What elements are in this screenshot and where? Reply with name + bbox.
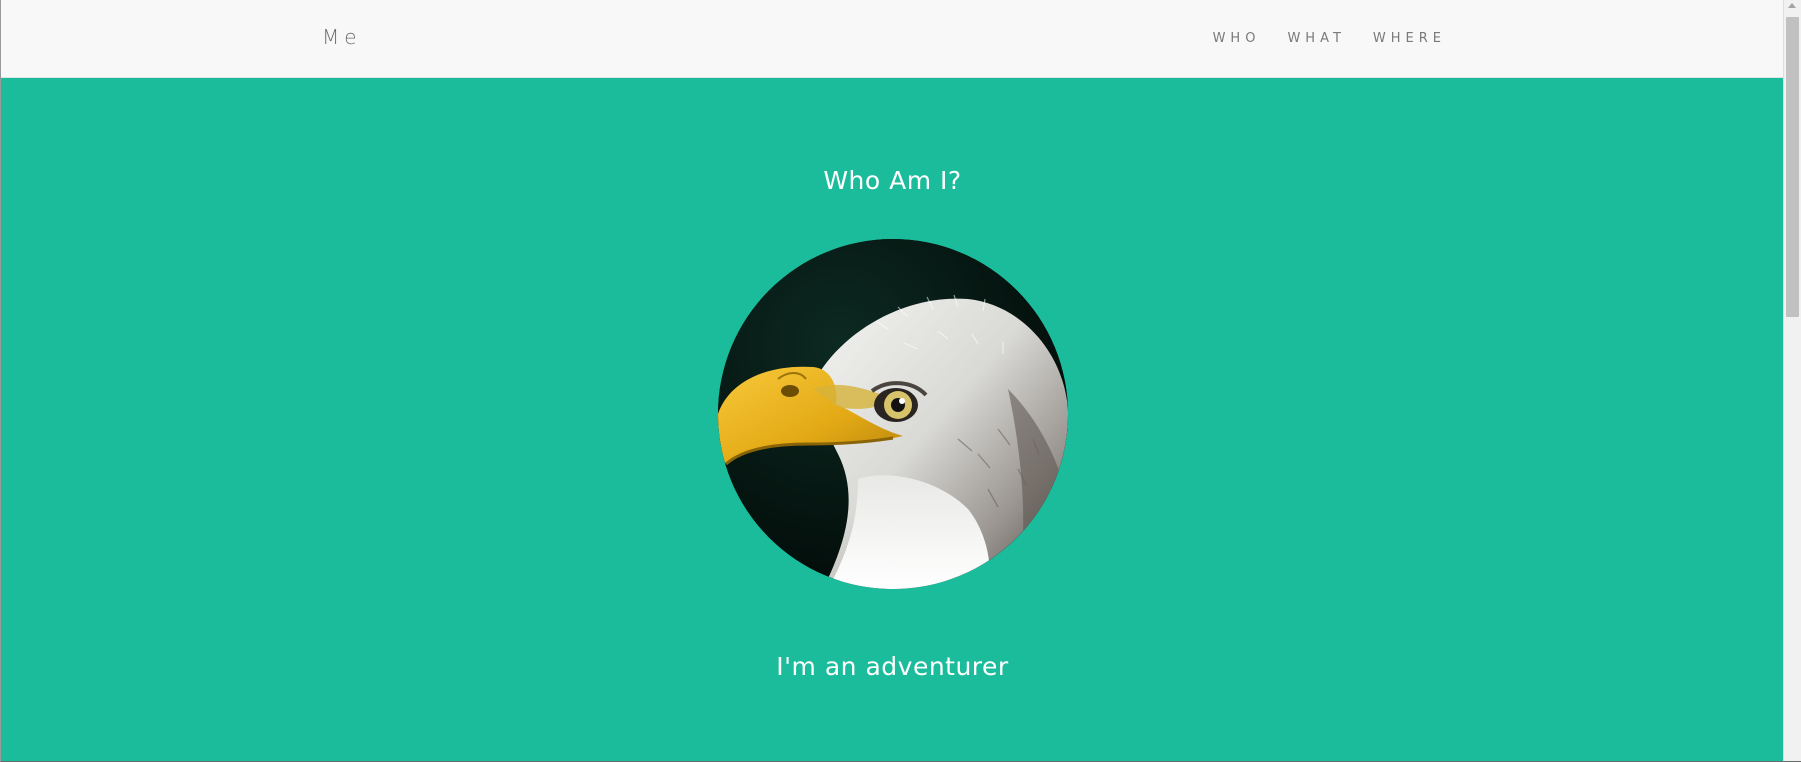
top-navbar: Me WHO WHAT WHERE: [1, 0, 1784, 78]
hero-subtitle: I'm an adventurer: [776, 652, 1009, 681]
scroll-up-arrow-icon[interactable]: [1788, 3, 1796, 8]
hero-section: Who Am I? I'm an adventurer: [1, 78, 1784, 761]
page: Me WHO WHAT WHERE Who Am I? I'm an adven…: [0, 0, 1801, 762]
eagle-portrait-image: [718, 239, 1068, 589]
nav-link-who[interactable]: WHO: [1213, 31, 1261, 46]
scrollbar-thumb[interactable]: [1786, 17, 1799, 317]
nav-links: WHO WHAT WHERE: [1186, 31, 1446, 46]
vertical-scrollbar[interactable]: [1783, 0, 1801, 761]
nav-link-where[interactable]: WHERE: [1373, 31, 1446, 46]
nav-link-what[interactable]: WHAT: [1287, 31, 1345, 46]
avatar-eagle-image: [718, 239, 1068, 589]
brand-link[interactable]: Me: [322, 25, 362, 49]
hero-title: Who Am I?: [823, 166, 962, 195]
